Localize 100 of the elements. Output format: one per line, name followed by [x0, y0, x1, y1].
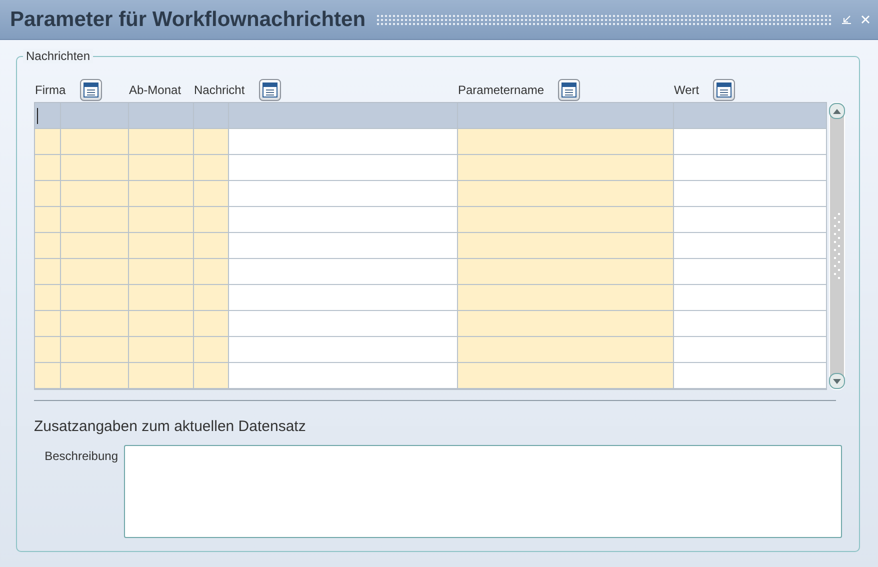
- table-cell[interactable]: [194, 259, 229, 285]
- table-cell[interactable]: [194, 337, 229, 363]
- table-cell[interactable]: [35, 207, 61, 233]
- picker-button[interactable]: [558, 79, 580, 101]
- table-cell[interactable]: [129, 181, 194, 207]
- table-cell[interactable]: [458, 233, 674, 259]
- table-cell[interactable]: [674, 129, 827, 155]
- scroll-down-button[interactable]: [829, 373, 845, 389]
- column-header: Nachricht: [194, 83, 245, 97]
- table-cell[interactable]: [458, 337, 674, 363]
- table-cell[interactable]: [35, 259, 61, 285]
- picker-button[interactable]: [80, 79, 102, 101]
- table-cell[interactable]: [35, 311, 61, 337]
- list-icon: [82, 82, 99, 98]
- field-label: Beschreibung: [44, 449, 118, 465]
- table-cell[interactable]: [129, 103, 194, 129]
- table-cell[interactable]: [458, 259, 674, 285]
- column-header: Wert: [674, 83, 700, 97]
- table-cell[interactable]: [61, 103, 129, 129]
- table-cell[interactable]: [194, 181, 229, 207]
- table-cell[interactable]: [61, 311, 129, 337]
- table-cell[interactable]: [194, 129, 229, 155]
- table-cell[interactable]: [35, 363, 61, 389]
- table-cell[interactable]: [35, 103, 61, 129]
- table-cell[interactable]: [229, 207, 458, 233]
- table-cell[interactable]: [35, 129, 61, 155]
- group-legend: Nachrichten: [23, 49, 94, 63]
- table-cell[interactable]: [458, 285, 674, 311]
- description-field[interactable]: [124, 445, 842, 538]
- section-heading: Zusatzangaben zum aktuellen Datensatz: [34, 418, 307, 435]
- window-title: Parameter für Workflownachrichten: [10, 8, 366, 32]
- table-cell[interactable]: [129, 337, 194, 363]
- table-cell[interactable]: [229, 103, 458, 129]
- table-cell[interactable]: [194, 155, 229, 181]
- table-cell[interactable]: [61, 233, 129, 259]
- table-cell[interactable]: [458, 155, 674, 181]
- table-cell[interactable]: [61, 207, 129, 233]
- table-cell[interactable]: [229, 155, 458, 181]
- list-icon: [262, 82, 278, 98]
- table-cell[interactable]: [194, 363, 229, 389]
- table-cell[interactable]: [674, 285, 827, 311]
- table-cell[interactable]: [229, 259, 458, 285]
- table-cell[interactable]: [229, 233, 458, 259]
- close-icon[interactable]: [861, 15, 870, 24]
- table-cell[interactable]: [229, 285, 458, 311]
- table-cell[interactable]: [194, 103, 229, 129]
- table-cell[interactable]: [194, 233, 229, 259]
- table-cell[interactable]: [194, 285, 229, 311]
- table-cell[interactable]: [458, 363, 674, 389]
- table-cell[interactable]: [458, 181, 674, 207]
- table-cell[interactable]: [674, 233, 827, 259]
- table-cell[interactable]: [35, 233, 61, 259]
- table-cell[interactable]: [61, 363, 129, 389]
- picker-button[interactable]: [258, 79, 281, 101]
- table-cell[interactable]: [229, 311, 458, 337]
- table-cell[interactable]: [674, 207, 827, 233]
- table-cell[interactable]: [129, 363, 194, 389]
- restore-icon[interactable]: [842, 15, 851, 24]
- table-cell[interactable]: [674, 311, 827, 337]
- table-cell[interactable]: [129, 129, 194, 155]
- table-cell[interactable]: [458, 311, 674, 337]
- grip-icon: [833, 213, 841, 279]
- table-cell[interactable]: [229, 129, 458, 155]
- table-cell[interactable]: [458, 129, 674, 155]
- column-header: Ab-Monat: [129, 83, 182, 97]
- table-cell[interactable]: [674, 103, 827, 129]
- table-cell[interactable]: [35, 181, 61, 207]
- table-cell[interactable]: [194, 207, 229, 233]
- table-cell[interactable]: [35, 155, 61, 181]
- table-cell[interactable]: [129, 233, 194, 259]
- table-cell[interactable]: [61, 337, 129, 363]
- table-cell[interactable]: [458, 103, 674, 129]
- table-cell[interactable]: [129, 311, 194, 337]
- down-arrow-icon: [833, 378, 841, 384]
- table-cell[interactable]: [229, 363, 458, 389]
- table-cell[interactable]: [194, 311, 229, 337]
- table-cell[interactable]: [61, 285, 129, 311]
- table-cell[interactable]: [229, 181, 458, 207]
- table-cell[interactable]: [61, 181, 129, 207]
- list-icon: [561, 82, 578, 98]
- table-cell[interactable]: [674, 155, 827, 181]
- table-cell[interactable]: [674, 181, 827, 207]
- table-cell[interactable]: [458, 207, 674, 233]
- table-cell[interactable]: [61, 129, 129, 155]
- table-cell[interactable]: [674, 259, 827, 285]
- scrollbar[interactable]: [829, 102, 845, 390]
- table-cell[interactable]: [35, 285, 61, 311]
- table-cell[interactable]: [674, 337, 827, 363]
- table-cell[interactable]: [129, 285, 194, 311]
- table-cell[interactable]: [129, 155, 194, 181]
- scroll-up-button[interactable]: [829, 103, 845, 119]
- table-cell[interactable]: [674, 363, 827, 389]
- table-cell[interactable]: [61, 155, 129, 181]
- text-cursor: [37, 108, 38, 124]
- picker-button[interactable]: [713, 79, 736, 101]
- table-cell[interactable]: [61, 259, 129, 285]
- table-cell[interactable]: [35, 337, 61, 363]
- table-cell[interactable]: [129, 207, 194, 233]
- table-cell[interactable]: [229, 337, 458, 363]
- table-cell[interactable]: [129, 259, 194, 285]
